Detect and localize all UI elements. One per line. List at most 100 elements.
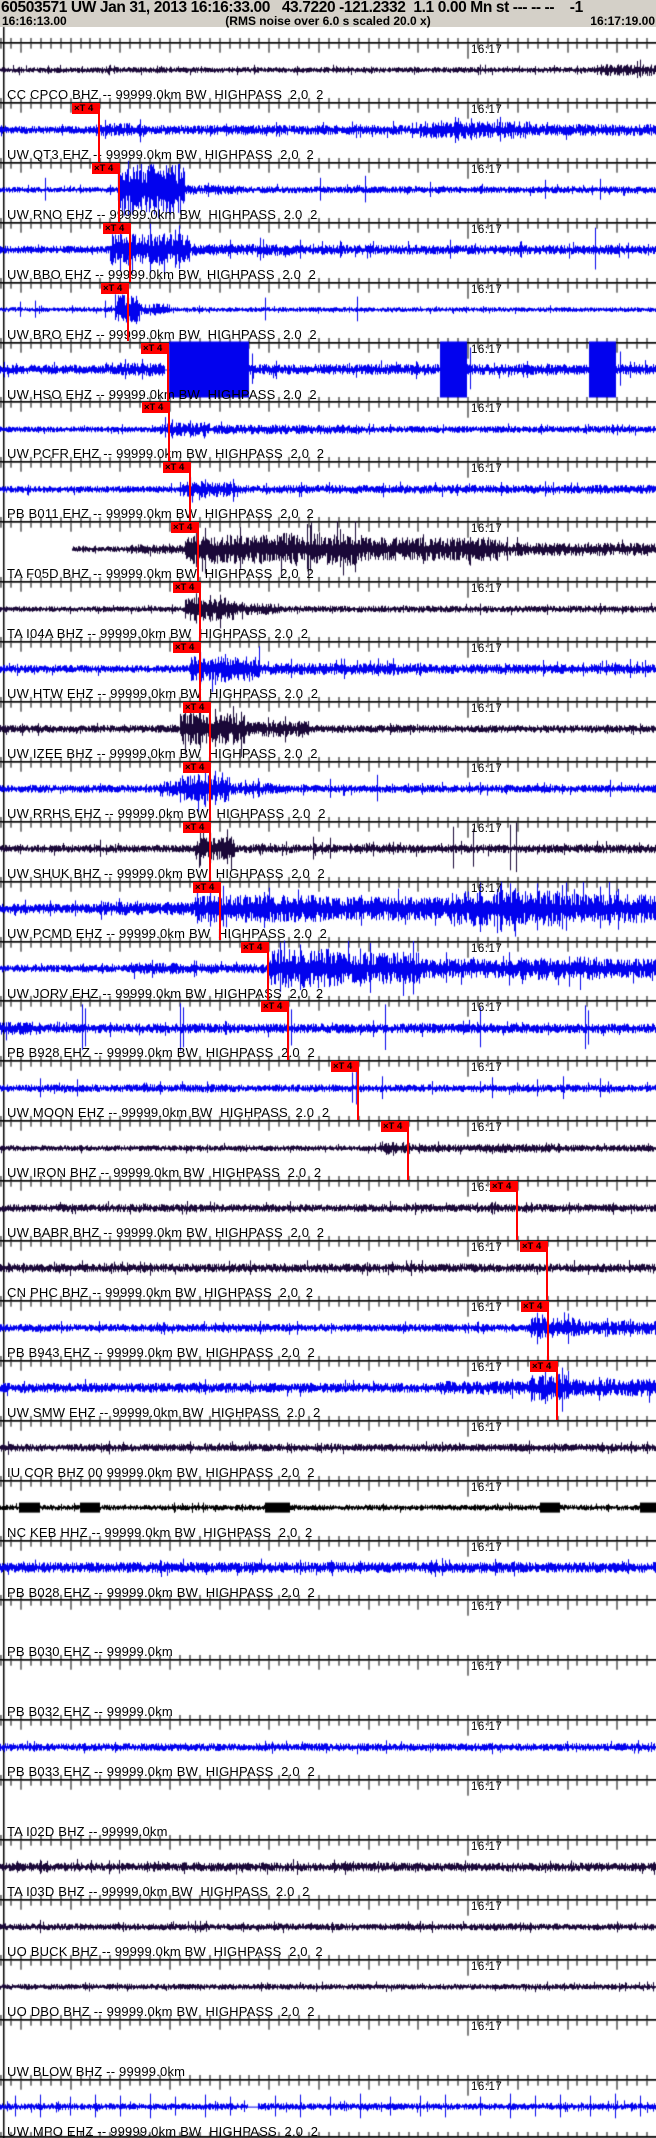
pick-time-line[interactable] bbox=[167, 342, 169, 402]
pick-time-line[interactable] bbox=[98, 102, 100, 162]
pick-marker[interactable]: ×T 4 bbox=[381, 1121, 408, 1133]
trace-row-uo-dbo[interactable]: UO DBO BHZ -- 99999.0km BW HIGHPASS 2.0 … bbox=[0, 1959, 656, 2019]
trace-row-uw-moon[interactable]: UW MOON EHZ -- 99999.0km BW HIGHPASS 2.0… bbox=[0, 1060, 656, 1121]
trace-row-pb-b032[interactable]: PB B032 EHZ -- 99999.0km 16:17 bbox=[0, 1659, 656, 1719]
minute-time-label: 16:17 bbox=[471, 103, 503, 116]
pick-time-line[interactable] bbox=[199, 642, 201, 701]
trace-row-nc-keb[interactable]: NC KEB HHZ -- 99999.0km BW HIGHPASS 2.0 … bbox=[0, 1480, 656, 1540]
pick-time-line[interactable] bbox=[546, 1241, 548, 1300]
minute-time-label: 16:17 bbox=[471, 1301, 503, 1314]
pick-marker[interactable]: ×T 4 bbox=[183, 701, 210, 713]
trace-row-uw-iron[interactable]: UW IRON BHZ -- 99999.0km BW HIGHPASS 2.0… bbox=[0, 1120, 656, 1181]
pick-marker[interactable]: ×T 4 bbox=[241, 941, 268, 953]
minute-time-label: 16:17 bbox=[471, 1661, 503, 1674]
trace-row-ta-f05d[interactable]: TA F05D BHZ -- 99999.0km BW HIGHPASS 2.0… bbox=[0, 521, 656, 582]
trace-label: UW BABR BHZ -- 99999.0km BW HIGHPASS 2.0… bbox=[7, 1225, 325, 1241]
trace-row-ta-i04a[interactable]: TA I04A BHZ -- 99999.0km BW HIGHPASS 2.0… bbox=[0, 581, 656, 641]
trace-row-uw-izee[interactable]: UW IZEE BHZ -- 99999.0km BW HIGHPASS 2.0… bbox=[0, 701, 656, 761]
pick-time-line[interactable] bbox=[287, 1001, 289, 1061]
trace-row-uw-pcmd[interactable]: UW PCMD EHZ -- 99999.0km BW HIGHPASS 2.0… bbox=[0, 881, 656, 941]
trace-row-pb-b030[interactable]: PB B030 EHZ -- 99999.0km 16:17 bbox=[0, 1599, 656, 1659]
minute-time-label: 16:17 bbox=[471, 882, 503, 895]
minute-time-label: 16:17 bbox=[471, 762, 503, 775]
pick-marker[interactable]: ×T 4 bbox=[142, 402, 169, 414]
pick-time-line[interactable] bbox=[267, 941, 269, 1001]
trace-row-uw-bbo[interactable]: UW BBO EHZ -- 99999.0km BW HIGHPASS 2.0 … bbox=[0, 222, 656, 282]
trace-label: IU COR BHZ 00 99999.0km BW HIGHPASS 2.0 … bbox=[7, 1464, 315, 1480]
pick-time-line[interactable] bbox=[129, 222, 131, 282]
pick-marker[interactable]: ×T 4 bbox=[92, 162, 119, 174]
pick-marker[interactable]: ×T 4 bbox=[521, 1300, 548, 1312]
trace-label: CN PHC BHZ -- 99999.0km BW HIGHPASS 2.0 … bbox=[7, 1285, 314, 1300]
pick-marker[interactable]: ×T 4 bbox=[141, 342, 168, 354]
trace-row-pb-b011[interactable]: PB B011 EHZ -- 99999.0km BW HIGHPASS 2.0… bbox=[0, 461, 656, 522]
trace-row-uw-blow[interactable]: UW BLOW BHZ -- 99999.0km 16:17 bbox=[0, 2019, 656, 2079]
pick-time-line[interactable] bbox=[209, 701, 211, 761]
pick-marker[interactable]: ×T 4 bbox=[193, 881, 220, 893]
minute-time-label: 16:17 bbox=[471, 283, 503, 296]
trace-row-uw-hso[interactable]: UW HSO EHZ -- 99999.0km BW HIGHPASS 2.0 … bbox=[0, 342, 656, 402]
trace-row-uw-pcfr[interactable]: UW PCFR EHZ -- 99999.0km BW HIGHPASS 2.0… bbox=[0, 401, 656, 462]
pick-marker[interactable]: ×T 4 bbox=[331, 1061, 358, 1073]
pick-marker[interactable]: ×T 4 bbox=[103, 222, 130, 234]
minute-time-label: 16:17 bbox=[471, 1481, 503, 1494]
minute-time-label: 16:17 bbox=[471, 44, 503, 56]
pick-time-line[interactable] bbox=[556, 1360, 558, 1420]
trace-row-ta-i03d[interactable]: TA I03D BHZ -- 99999.0km BW HIGHPASS 2.0… bbox=[0, 1839, 656, 1899]
trace-row-uw-mpo[interactable]: UW MPO EHZ -- 99999.0km BW HIGHPASS 2.0 … bbox=[0, 2079, 656, 2138]
pick-marker[interactable]: ×T 4 bbox=[530, 1360, 557, 1372]
pick-marker[interactable]: ×T 4 bbox=[72, 102, 99, 114]
pick-time-line[interactable] bbox=[168, 402, 170, 462]
pick-time-line[interactable] bbox=[209, 821, 211, 881]
minute-time-label: 16:17 bbox=[471, 1541, 503, 1554]
pick-time-line[interactable] bbox=[199, 582, 201, 641]
trace-row-cc-cpco[interactable]: CC CPCO BHZ -- 99999.0km BW HIGHPASS 2.0… bbox=[0, 42, 656, 102]
pick-marker[interactable]: ×T 4 bbox=[261, 1001, 288, 1013]
pick-marker[interactable]: ×T 4 bbox=[173, 642, 200, 653]
pick-marker[interactable]: ×T 4 bbox=[101, 282, 128, 294]
pick-marker[interactable]: ×T 4 bbox=[163, 462, 190, 474]
trace-row-pb-b943[interactable]: PB B943 EHZ -- 99999.0km BW HIGHPASS 2.0… bbox=[0, 1300, 656, 1360]
trace-row-uw-bro[interactable]: UW BRO EHZ -- 99999.0km BW HIGHPASS 2.0 … bbox=[0, 282, 656, 342]
pick-marker[interactable]: ×T 4 bbox=[520, 1241, 547, 1252]
pick-time-line[interactable] bbox=[127, 282, 129, 342]
trace-label: UW MPO EHZ -- 99999.0km BW HIGHPASS 2.0 … bbox=[7, 2123, 319, 2138]
trace-row-uw-jorv[interactable]: UW JORV EHZ -- 99999.0km BW HIGHPASS 2.0… bbox=[0, 941, 656, 1001]
trace-row-pb-b033[interactable]: PB B033 EHZ -- 99999.0km BW HIGHPASS 2.0… bbox=[0, 1719, 656, 1779]
pick-time-line[interactable] bbox=[197, 522, 199, 582]
minute-time-label: 16:17 bbox=[471, 343, 503, 356]
trace-row-iu-cor[interactable]: IU COR BHZ 00 99999.0km BW HIGHPASS 2.0 … bbox=[0, 1420, 656, 1480]
trace-row-pb-b928[interactable]: PB B928 EHZ -- 99999.0km BW HIGHPASS 2.0… bbox=[0, 1000, 656, 1061]
trace-label: CC CPCO BHZ -- 99999.0km BW HIGHPASS 2.0… bbox=[7, 87, 324, 102]
pick-time-line[interactable] bbox=[219, 881, 221, 941]
pick-time-line[interactable] bbox=[118, 162, 120, 222]
pick-time-line[interactable] bbox=[357, 1061, 359, 1121]
pick-marker[interactable]: ×T 4 bbox=[490, 1181, 517, 1193]
trace-label: UW IZEE BHZ -- 99999.0km BW HIGHPASS 2.0… bbox=[7, 745, 318, 761]
trace-label: UW HSO EHZ -- 99999.0km BW HIGHPASS 2.0 … bbox=[7, 386, 317, 402]
trace-row-cn-phc[interactable]: CN PHC BHZ -- 99999.0km BW HIGHPASS 2.0 … bbox=[0, 1240, 656, 1300]
trace-row-pb-b028[interactable]: PB B028 EHZ -- 99999.0km BW HIGHPASS 2.0… bbox=[0, 1540, 656, 1600]
trace-row-uw-shuk[interactable]: UW SHUK BHZ -- 99999.0km BW HIGHPASS 2.0… bbox=[0, 821, 656, 881]
trace-row-uw-rrhs[interactable]: UW RRHS EHZ -- 99999.0km BW HIGHPASS 2.0… bbox=[0, 761, 656, 821]
pick-marker[interactable]: ×T 4 bbox=[173, 582, 200, 594]
pick-marker[interactable]: ×T 4 bbox=[183, 821, 210, 833]
pick-time-line[interactable] bbox=[209, 761, 211, 821]
trace-row-uw-smw[interactable]: UW SMW EHZ -- 99999.0km BW HIGHPASS 2.0 … bbox=[0, 1360, 656, 1420]
trace-row-uw-qt3[interactable]: UW QT3 EHZ -- 99999.0km BW HIGHPASS 2.0 … bbox=[0, 102, 656, 162]
pick-time-line[interactable] bbox=[189, 462, 191, 522]
pick-time-line[interactable] bbox=[547, 1300, 549, 1360]
pick-marker[interactable]: ×T 4 bbox=[171, 522, 198, 534]
trace-row-ta-i02d[interactable]: TA I02D BHZ -- 99999.0km 16:17 bbox=[0, 1779, 656, 1839]
minute-time-label: 16:17 bbox=[471, 1122, 503, 1135]
trace-row-uw-babr[interactable]: UW BABR BHZ -- 99999.0km BW HIGHPASS 2.0… bbox=[0, 1180, 656, 1240]
pick-time-line[interactable] bbox=[407, 1121, 409, 1181]
pick-time-line[interactable] bbox=[516, 1181, 518, 1240]
pick-marker[interactable]: ×T 4 bbox=[183, 761, 210, 773]
trace-label: PB B928 EHZ -- 99999.0km BW HIGHPASS 2.0… bbox=[7, 1045, 315, 1061]
trace-label: UW IRON BHZ -- 99999.0km BW HIGHPASS 2.0… bbox=[7, 1165, 322, 1181]
trace-label: UW MOON EHZ -- 99999.0km BW HIGHPASS 2.0… bbox=[7, 1105, 330, 1121]
trace-row-uw-rno[interactable]: UW RNO EHZ -- 99999.0km BW HIGHPASS 2.0 … bbox=[0, 162, 656, 222]
trace-row-uw-htw[interactable]: UW HTW EHZ -- 99999.0km BW HIGHPASS 2.0 … bbox=[0, 641, 656, 701]
trace-row-uo-buck[interactable]: UO BUCK BHZ -- 99999.0km BW HIGHPASS 2.0… bbox=[0, 1899, 656, 1959]
